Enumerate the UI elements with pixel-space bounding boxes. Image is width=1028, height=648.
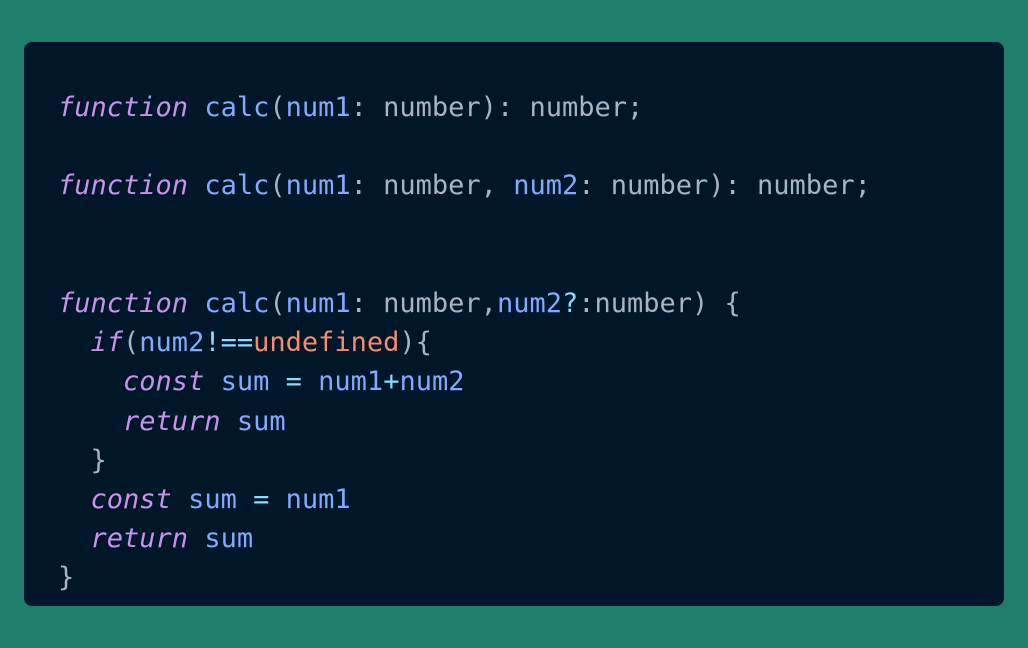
code-token: : number): number; bbox=[350, 92, 644, 123]
code-block: function calc(num1: number): number; func… bbox=[58, 88, 1004, 597]
code-token: return bbox=[123, 405, 221, 437]
code-line: const sum = num1 bbox=[58, 480, 1004, 519]
code-token: function bbox=[58, 92, 189, 123]
code-token: num2 bbox=[399, 366, 465, 398]
code-line: const sum = num1+num2 bbox=[58, 362, 1004, 401]
code-token: = bbox=[285, 366, 302, 398]
code-token: ){ bbox=[399, 327, 432, 359]
code-snippet-panel: function calc(num1: number): number; func… bbox=[24, 42, 1004, 606]
code-token: calc bbox=[204, 92, 270, 123]
code-token: ( bbox=[269, 170, 286, 202]
code-line: } bbox=[58, 558, 1004, 597]
code-token: function bbox=[58, 170, 189, 202]
code-token: } bbox=[58, 562, 75, 594]
code-token: return bbox=[90, 523, 189, 555]
code-token: num1 bbox=[285, 483, 351, 515]
code-line: return sum bbox=[58, 402, 1004, 441]
code-token: num1 bbox=[285, 287, 351, 319]
code-token: if bbox=[90, 327, 124, 359]
code-token: sum bbox=[204, 523, 254, 555]
code-line: function calc(num1: number,num2?:number)… bbox=[58, 284, 1004, 323]
code-token: } bbox=[58, 444, 107, 476]
code-token: ( bbox=[269, 92, 286, 123]
code-token: num1 bbox=[285, 170, 351, 202]
code-token: ? bbox=[561, 287, 579, 319]
code-token: + bbox=[383, 366, 400, 398]
code-token: sum bbox=[220, 366, 270, 398]
code-token: : number, bbox=[350, 170, 514, 202]
code-token: const bbox=[90, 483, 172, 515]
code-token: = bbox=[253, 483, 270, 515]
code-line: if(num2!==undefined){ bbox=[58, 323, 1004, 362]
code-token: const bbox=[123, 366, 205, 398]
code-token: num2 bbox=[139, 327, 205, 359]
code-token: ( bbox=[269, 287, 286, 319]
code-line: return sum bbox=[58, 519, 1004, 558]
code-token: undefined bbox=[253, 327, 400, 359]
code-token: calc bbox=[204, 287, 270, 319]
code-token: : number): number; bbox=[578, 170, 871, 202]
code-token: sum bbox=[188, 483, 237, 515]
code-token: num2 bbox=[496, 287, 562, 319]
code-token: : number, bbox=[350, 287, 497, 319]
code-token: num1 bbox=[285, 92, 351, 123]
code-line: } bbox=[58, 441, 1004, 480]
code-line: function calc(num1: number): number; bbox=[58, 88, 1004, 127]
code-token: ( bbox=[123, 327, 140, 359]
code-token: num2 bbox=[513, 170, 579, 202]
code-token: num1 bbox=[318, 366, 384, 398]
code-token: :number) { bbox=[578, 287, 741, 319]
code-token: function bbox=[58, 287, 189, 319]
code-token: sum bbox=[236, 405, 286, 437]
code-token: calc bbox=[204, 170, 270, 202]
code-line: function calc(num1: number, num2: number… bbox=[58, 166, 1004, 205]
code-token: !== bbox=[204, 327, 254, 359]
